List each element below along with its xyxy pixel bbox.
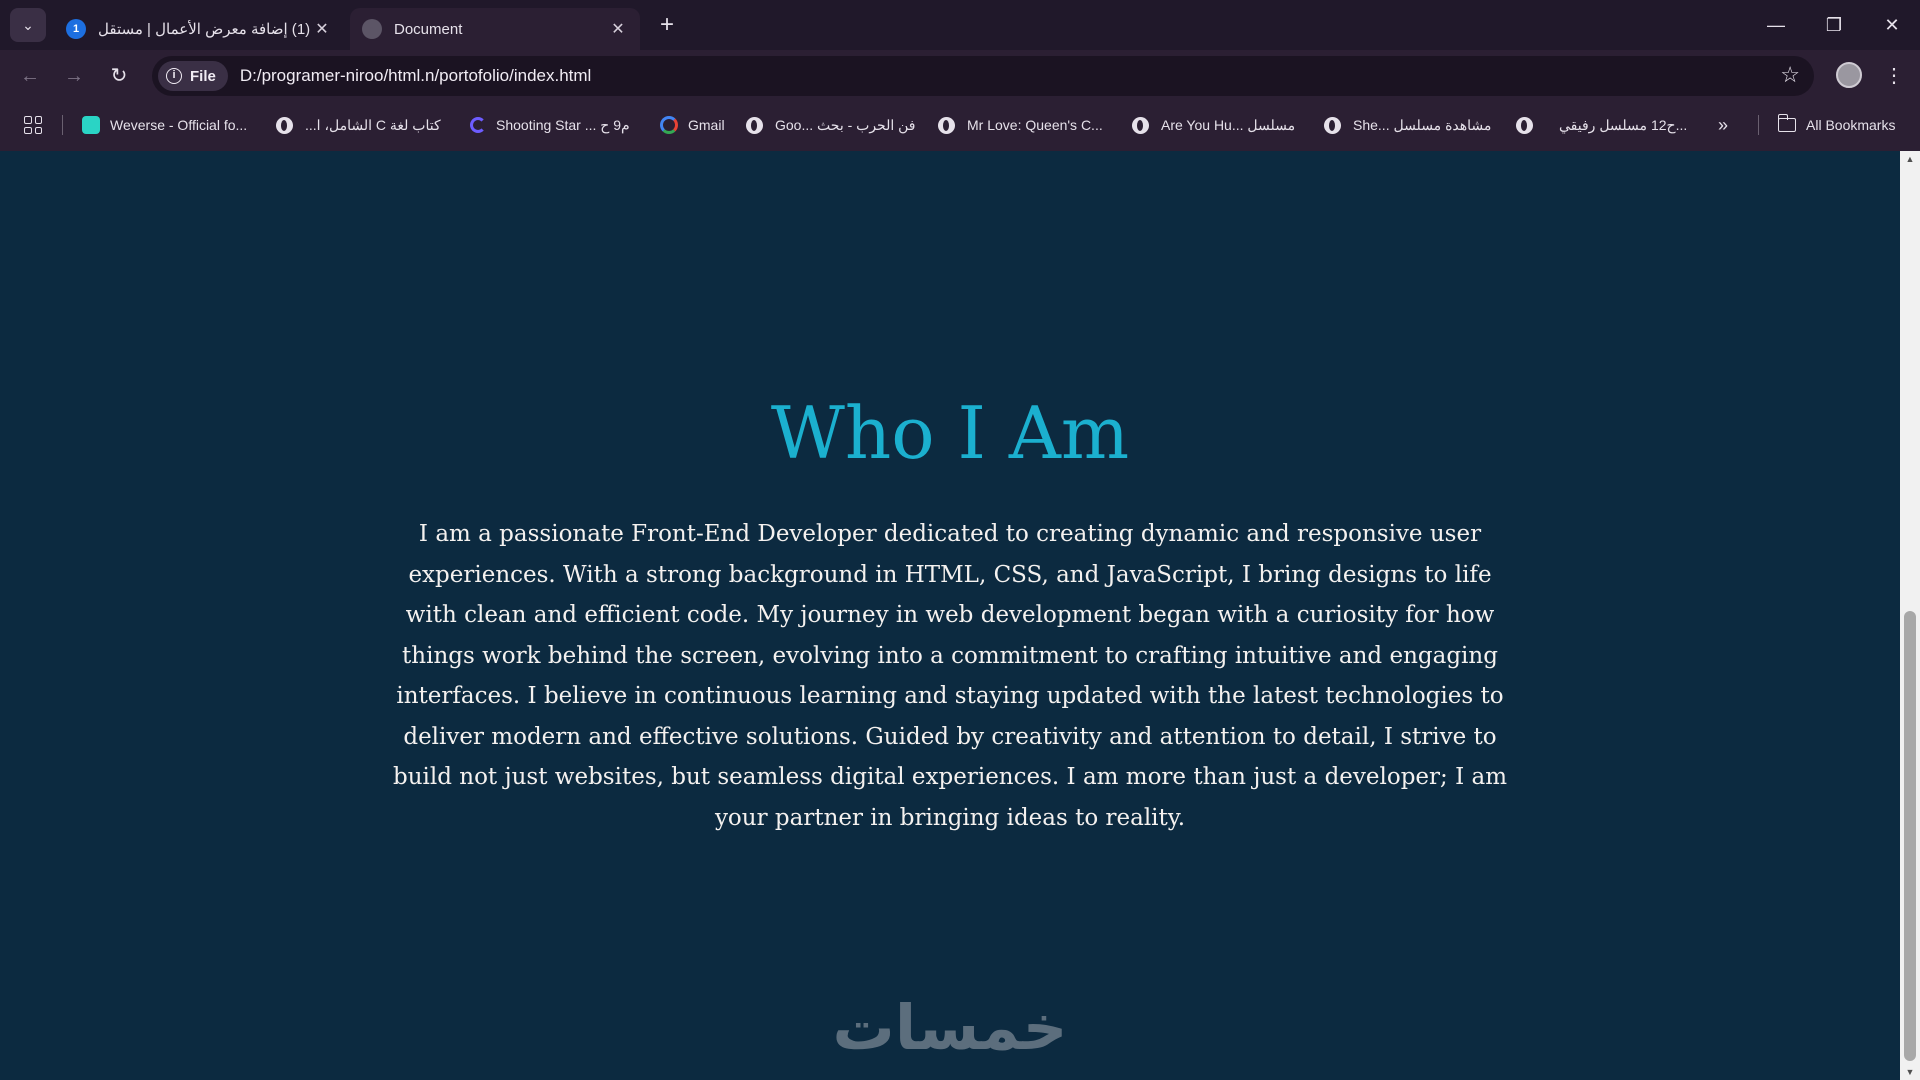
bookmark-mr-love[interactable]: Mr Love: Queen's C... [938, 111, 1103, 139]
forward-button[interactable]: → [58, 60, 90, 92]
mostaql-favicon-icon: 1 [66, 19, 86, 39]
bookmark-label: ح12 مسلسل رفيقي... [1559, 116, 1688, 133]
bookmark-label: Goo... فن الحرب - بحث [775, 116, 916, 133]
scrollbar-thumb[interactable] [1904, 611, 1916, 1061]
bookmark-gmail[interactable]: Gmail [660, 111, 725, 139]
khamsat-watermark: خمسات [832, 991, 1068, 1064]
tab-search-button[interactable]: ⌄ [10, 8, 46, 42]
bookmark-label: Gmail [688, 117, 725, 133]
google-icon [660, 116, 678, 134]
toolbar: ← → ↻ i File D:/programer-niroo/html.n/p… [0, 50, 1920, 102]
folder-icon [1777, 114, 1796, 132]
globe-icon [746, 116, 763, 134]
globe-icon [1132, 116, 1149, 134]
globe-favicon-icon: · [362, 19, 382, 39]
bookmark-shooting-star[interactable]: Shooting Star ... م9 ح [470, 111, 630, 139]
tab-title: (1) إضافة معرض الأعمال | مستقل [98, 21, 311, 38]
globe-icon [1324, 116, 1341, 134]
apps-grid-icon[interactable] [24, 116, 42, 134]
tab-mostaql[interactable]: 1 (1) إضافة معرض الأعمال | مستقل ✕ [54, 8, 344, 50]
weverse-icon [82, 116, 100, 134]
site-info-chip[interactable]: i File [158, 61, 228, 91]
bookmark-label: كتاب لغة C الشامل، ا... [305, 116, 441, 133]
back-button[interactable]: ← [14, 60, 46, 92]
bookmark-label: Weverse - Official fo... [110, 117, 248, 133]
about-paragraph: I am a passionate Front-End Developer de… [392, 521, 1508, 831]
bookmark-star-icon[interactable]: ☆ [1780, 62, 1800, 88]
scroll-up-arrow-icon[interactable]: ▲ [1900, 151, 1920, 167]
bookmark-art-of-war[interactable]: Goo... فن الحرب - بحث [746, 111, 916, 139]
section-heading: Who I Am [770, 391, 1130, 475]
tab-document[interactable]: · Document ✕ [350, 8, 640, 50]
globe-icon [1516, 116, 1533, 134]
info-icon: i [166, 68, 182, 84]
bookmark-weverse[interactable]: Weverse - Official fo... [82, 111, 247, 139]
chevron-down-icon: ⌄ [22, 16, 34, 33]
bookmark-label: Shooting Star ... م9 ح [496, 116, 630, 133]
c-icon [470, 117, 486, 133]
minimize-button[interactable]: — [1754, 8, 1798, 42]
bookmarks-bar: Weverse - Official fo... كتاب لغة C الشا… [0, 107, 1920, 143]
bookmark-label: Mr Love: Queen's C... [967, 117, 1103, 133]
browser-menu-button[interactable]: ⋮ [1880, 60, 1908, 92]
bookmark-are-you-human[interactable]: Are You Hu... مسلسل [1132, 111, 1295, 139]
page-content: Who I Am I am a passionate Front-End Dev… [0, 151, 1900, 1080]
close-window-button[interactable]: ✕ [1870, 8, 1914, 42]
tab-strip: ⌄ 1 (1) إضافة معرض الأعمال | مستقل ✕ · D… [0, 0, 1920, 50]
vertical-scrollbar[interactable]: ▲ ▼ [1900, 151, 1920, 1080]
bookmark-she[interactable]: She... مشاهدة مسلسل [1324, 111, 1491, 139]
close-tab-icon[interactable]: ✕ [312, 19, 332, 39]
address-bar[interactable]: i File D:/programer-niroo/html.n/portofo… [152, 56, 1814, 96]
browser-chrome: ⌄ 1 (1) إضافة معرض الأعمال | مستقل ✕ · D… [0, 0, 1920, 151]
bookmark-label: She... مشاهدة مسلسل [1353, 116, 1492, 133]
bookmarks-divider [62, 115, 63, 135]
bookmark-c-book[interactable]: كتاب لغة C الشامل، ا... [276, 111, 441, 139]
all-bookmarks-button[interactable]: All Bookmarks [1777, 111, 1896, 139]
reload-button[interactable]: ↻ [103, 60, 135, 92]
tab-title: Document [394, 20, 463, 38]
more-bookmarks-button[interactable]: » [1718, 111, 1728, 139]
bookmark-series-12[interactable]: ح12 مسلسل رفيقي... [1516, 111, 1687, 139]
bookmark-label: Are You Hu... مسلسل [1161, 116, 1296, 133]
new-tab-button[interactable]: + [652, 10, 682, 40]
all-bookmarks-label: All Bookmarks [1806, 117, 1896, 133]
restore-button[interactable]: ❐ [1812, 8, 1856, 42]
globe-icon [276, 116, 293, 134]
bookmarks-divider [1758, 115, 1759, 135]
profile-avatar[interactable] [1836, 62, 1862, 88]
scroll-down-arrow-icon[interactable]: ▼ [1900, 1064, 1920, 1080]
globe-icon [938, 116, 955, 134]
url-text[interactable]: D:/programer-niroo/html.n/portofolio/ind… [240, 66, 591, 86]
site-info-label: File [190, 67, 216, 85]
close-tab-icon[interactable]: ✕ [608, 19, 628, 39]
